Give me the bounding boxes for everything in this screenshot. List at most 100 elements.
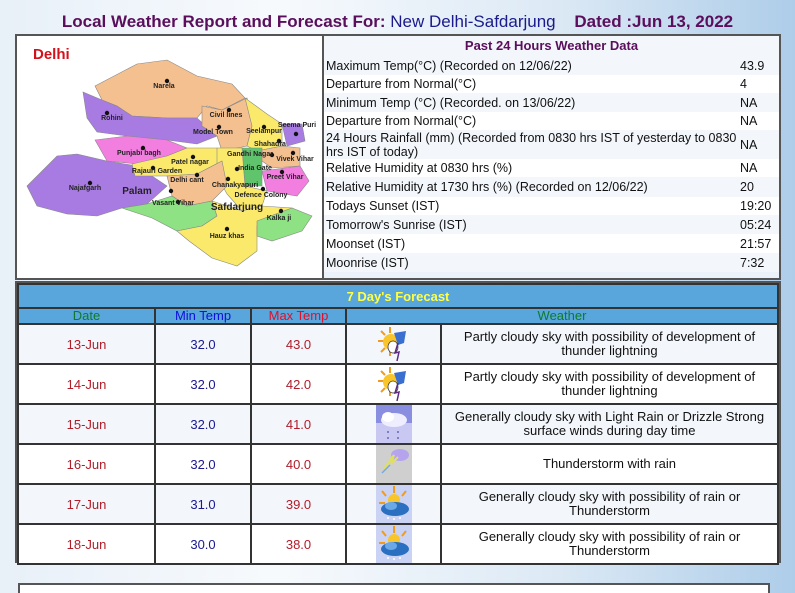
past-24-hours-row: Maximum Temp(°C) (Recorded on 12/06/22) 4… [324,56,779,75]
forecast-row: 15-Jun 32.0 41.0 Generally cloudy sky with … [17,403,779,445]
past-24-hours-table: Maximum Temp(°C) (Recorded on 12/06/22) 4… [324,56,779,272]
cloud-drizzle-icon [375,405,412,443]
past-24-hours-label: Maximum Temp(°C) (Recorded on 12/06/22) [326,58,572,73]
forecast-max-temp: 42.0 [250,363,347,405]
thunderstorm-icon [375,445,412,483]
forecast-weather: Thunderstorm with rain [440,443,779,485]
forecast-min-temp: 30.0 [154,523,252,565]
map-location-label: Seema Puri [278,122,316,129]
map-location-label: Najafgarh [69,185,101,192]
forecast-max-temp: 38.0 [250,523,347,565]
forecast-icon-cell [345,363,442,405]
forecast-date: 13-Jun [17,323,156,365]
sun-thunder-icon [376,325,412,363]
map-location-label: Defence Colony [235,192,288,199]
forecast-min-temp: 31.0 [154,483,252,525]
forecast-title: 7 Day's Forecast [17,283,779,309]
past-24-hours-value: 4 [740,77,747,91]
forecast-min-temp: 32.0 [154,363,252,405]
map-location-label: Palam [122,186,152,197]
past-24-hours-value: 21:57 [740,236,772,251]
forecast-max-temp: 39.0 [250,483,347,525]
header-weather: Weather [345,307,779,325]
map-location-label: Model Town [193,129,233,136]
forecast-icon-cell [345,403,442,445]
past-24-hours-label: 24 Hours Rainfall (mm) (Recorded from 08… [326,130,737,159]
forecast-row: 13-Jun 32.0 43.0 Partly cloudy sky with pos… [17,323,779,365]
page-title: Local Weather Report and Forecast For: N… [0,12,795,32]
past-24-hours-panel: Past 24 Hours Weather Data Maximum Temp(… [324,36,779,278]
delhi-map-graphic: Narela Rohini Civil lines Model Town Seelamp… [26,59,316,267]
forecast-icon-cell [345,523,442,565]
map-title: Delhi [33,46,70,63]
forecast-row: 16-Jun 32.0 40.0 Thunderstorm with rain [17,443,779,485]
past-24-hours-label: Moonset (IST) [326,236,406,251]
forecast-date: 16-Jun [17,443,156,485]
map-location-label: Gandhi Nagar [227,151,273,158]
past-24-hours-value: 7:32 [740,255,765,270]
past-24-hours-row: 24 Hours Rainfall (mm) (Recorded from 08… [324,130,779,159]
forecast-min-temp: 32.0 [154,403,252,445]
past-24-hours-value: 20 [740,180,754,194]
current-conditions-panel: Narela Rohini Civil lines Model Town Seelamp… [15,34,781,280]
forecast-date: 14-Jun [17,363,156,405]
map-location-dot [168,188,174,194]
past-24-hours-label: Minimum Temp (°C) (Recorded. on 13/06/22… [326,95,576,110]
past-24-hours-label: Tomorrow's Sunrise (IST) [326,217,467,232]
forecast-date: 18-Jun [17,523,156,565]
forecast-weather: Generally cloudy sky with Light Rain or … [440,403,779,445]
map-location-label: Vivek Vihar [276,156,314,163]
past-24-hours-row: Relative Humidity at 0830 hrs (%) NA [324,159,779,177]
forecast-min-temp: 32.0 [154,443,252,485]
map-location-label: Rohini [101,115,123,122]
sun-cloud-rain-icon [375,525,412,563]
forecast-row: 18-Jun 30.0 38.0 Generally cloudy sky with … [17,523,779,565]
forecast-min-temp: 32.0 [154,323,252,365]
forecast-row: 17-Jun 31.0 39.0 Generally cloudy sky with … [17,483,779,525]
forecast-weather: Generally cloudy sky with possibility of… [440,483,779,525]
map-location-dot [225,176,231,182]
forecast-weather: Partly cloudy sky with possibility of de… [440,323,779,365]
delhi-map: Narela Rohini Civil lines Model Town Seelamp… [17,36,324,278]
forecast-date: 17-Jun [17,483,156,525]
map-location-label: Rajauri Garden [132,168,182,175]
past-24-hours-row: Minimum Temp (°C) (Recorded. on 13/06/22… [324,93,779,112]
header-date: Date [17,307,156,325]
past-24-hours-label: Relative Humidity at 1730 hrs (%) (Recor… [326,180,648,194]
forecast-icon-cell [345,323,442,365]
past-24-hours-value: NA [740,114,758,128]
past-24-hours-row: Relative Humidity at 1730 hrs (%) (Recor… [324,177,779,197]
past-24-hours-label: Departure from Normal(°C) [326,114,477,128]
map-location-label: Kalka ji [267,215,292,222]
past-24-hours-value: 19:20 [740,199,772,213]
map-location-label: Delhi cant [170,177,204,184]
map-location-label: Safdarjung [211,202,263,213]
past-24-hours-value: NA [740,95,758,110]
map-location-dot [290,150,296,156]
past-24-hours-value: 05:24 [740,217,772,232]
map-location-dot [260,186,266,192]
forecast-table: 7 Day's Forecast Date Min Temp Max Temp … [17,283,779,565]
map-location-label: Civil lines [210,112,243,119]
past-24-hours-label: Moonrise (IST) [326,255,409,270]
map-location-label: Narela [153,83,175,90]
past-24-hours-row: Departure from Normal(°C) 4 [324,75,779,93]
title-prefix: Local Weather Report and Forecast For: [61,12,386,31]
forecast-date: 15-Jun [17,403,156,445]
past-24-hours-row: Todays Sunset (IST) 19:20 [324,197,779,215]
bottom-panel [18,583,770,593]
past-24-hours-value: NA [740,161,758,175]
past-24-hours-value: NA [740,137,758,152]
past-24-hours-value: 43.9 [740,58,765,73]
header-min-temp: Min Temp [154,307,252,325]
past-24-hours-row: Tomorrow's Sunrise (IST) 05:24 [324,215,779,234]
past-24-hours-label: Todays Sunset (IST) [326,199,440,213]
forecast-max-temp: 43.0 [250,323,347,365]
past-24-hours-label: Relative Humidity at 0830 hrs (%) [326,161,513,175]
forecast-max-temp: 40.0 [250,443,347,485]
map-location-label: India Gate [238,165,272,172]
map-location-label: Punjabi bagh [117,150,161,157]
past-24-hours-row: Moonset (IST) 21:57 [324,234,779,253]
map-location-label: Preet Vihar [267,174,304,181]
forecast-icon-cell [345,443,442,485]
